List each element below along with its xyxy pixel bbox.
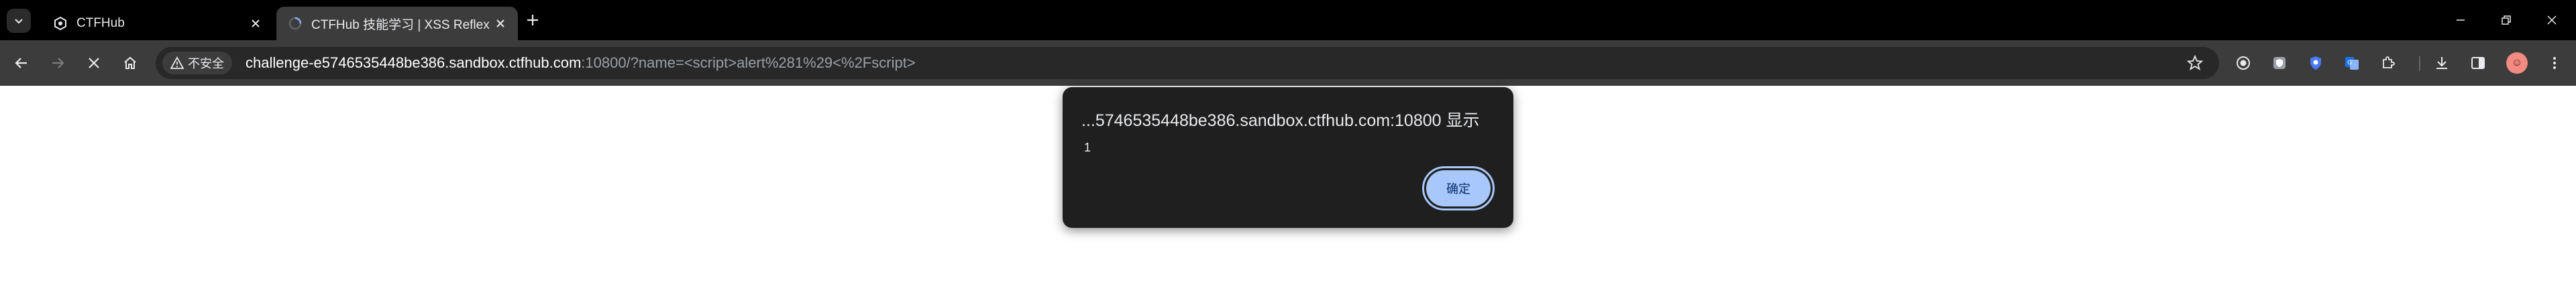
tab-strip: CTFHub CTFHub 技能学习 | XSS Reflex: [0, 0, 2576, 40]
alert-dialog: ...5746535448be386.sandbox.ctfhub.com:10…: [1063, 87, 1513, 228]
url-host: challenge-e5746535448be386.sandbox.ctfhu…: [246, 54, 582, 71]
browser-toolbar: 不安全 challenge-e5746535448be386.sandbox.c…: [0, 40, 2576, 86]
translate-icon: G: [2345, 57, 2359, 70]
loading-favicon-icon: [287, 15, 303, 32]
profile-avatar[interactable]: ☺: [2506, 52, 2528, 74]
close-window-button[interactable]: [2538, 7, 2565, 34]
tab-xss-reflex[interactable]: CTFHub 技能学习 | XSS Reflex: [276, 7, 518, 40]
warning-icon: [170, 56, 184, 69]
extension-button[interactable]: [2304, 51, 2328, 75]
side-panel-icon: [2471, 57, 2485, 69]
star-icon: [2187, 55, 2203, 70]
download-icon: [2436, 57, 2447, 69]
more-vertical-icon: [2553, 57, 2556, 69]
tab-title: CTFHub: [76, 16, 125, 30]
address-bar[interactable]: 不安全 challenge-e5746535448be386.sandbox.c…: [156, 47, 2219, 79]
home-button[interactable]: [117, 50, 144, 76]
close-tab-icon[interactable]: [246, 14, 265, 33]
ctfhub-favicon-icon: [52, 15, 68, 32]
security-chip[interactable]: 不安全: [162, 52, 232, 74]
stop-loading-button[interactable]: [80, 50, 107, 76]
svg-text:G: G: [2347, 60, 2352, 66]
circle-extension-icon: [2237, 56, 2250, 70]
home-icon: [124, 56, 136, 69]
forward-button[interactable]: [44, 50, 71, 76]
tab-title: CTFHub 技能学习 | XSS Reflex: [311, 17, 490, 32]
browser-menu-button[interactable]: [2542, 51, 2567, 75]
back-button[interactable]: [8, 50, 35, 76]
tab-ctfhub[interactable]: CTFHub: [42, 7, 273, 40]
downloads-button[interactable]: [2430, 51, 2454, 75]
extension-button[interactable]: [2267, 51, 2292, 75]
new-tab-button[interactable]: [522, 9, 543, 31]
close-tab-icon[interactable]: [491, 14, 510, 33]
shield-extension-icon: [2273, 57, 2286, 69]
url-path: :10800/?name=<script>alert%281%29<%2Fscr…: [581, 54, 916, 71]
dialog-message: 1: [1084, 141, 1091, 154]
extensions-menu-button[interactable]: [2376, 51, 2400, 75]
side-panel-button[interactable]: [2466, 51, 2490, 75]
dialog-title: ...5746535448be386.sandbox.ctfhub.com:10…: [1081, 111, 1480, 130]
chevron-down-icon: [15, 19, 23, 24]
puzzle-icon: [2383, 56, 2395, 68]
bookmark-star-button[interactable]: [2184, 52, 2206, 74]
toolbar-divider: [2419, 56, 2420, 71]
plus-icon: [527, 15, 538, 25]
ok-button[interactable]: 确定: [1422, 166, 1495, 210]
avatar-face-icon: ☺: [2511, 57, 2523, 68]
url-text[interactable]: challenge-e5746535448be386.sandbox.ctfhu…: [246, 54, 916, 72]
security-label: 不安全: [188, 57, 224, 70]
extension-button[interactable]: [2231, 51, 2255, 75]
restore-button[interactable]: [2493, 7, 2520, 34]
tab-search-button[interactable]: [7, 9, 31, 33]
blue-shield-extension-icon: [2310, 56, 2321, 70]
minimize-button[interactable]: [2447, 7, 2474, 34]
arrow-left-icon: [15, 58, 27, 68]
extension-button[interactable]: G: [2340, 51, 2364, 75]
restore-icon: [2502, 15, 2511, 25]
minimize-icon: [2457, 19, 2465, 21]
close-icon: [89, 58, 99, 68]
close-icon: [2547, 15, 2557, 25]
arrow-right-icon: [52, 58, 64, 68]
